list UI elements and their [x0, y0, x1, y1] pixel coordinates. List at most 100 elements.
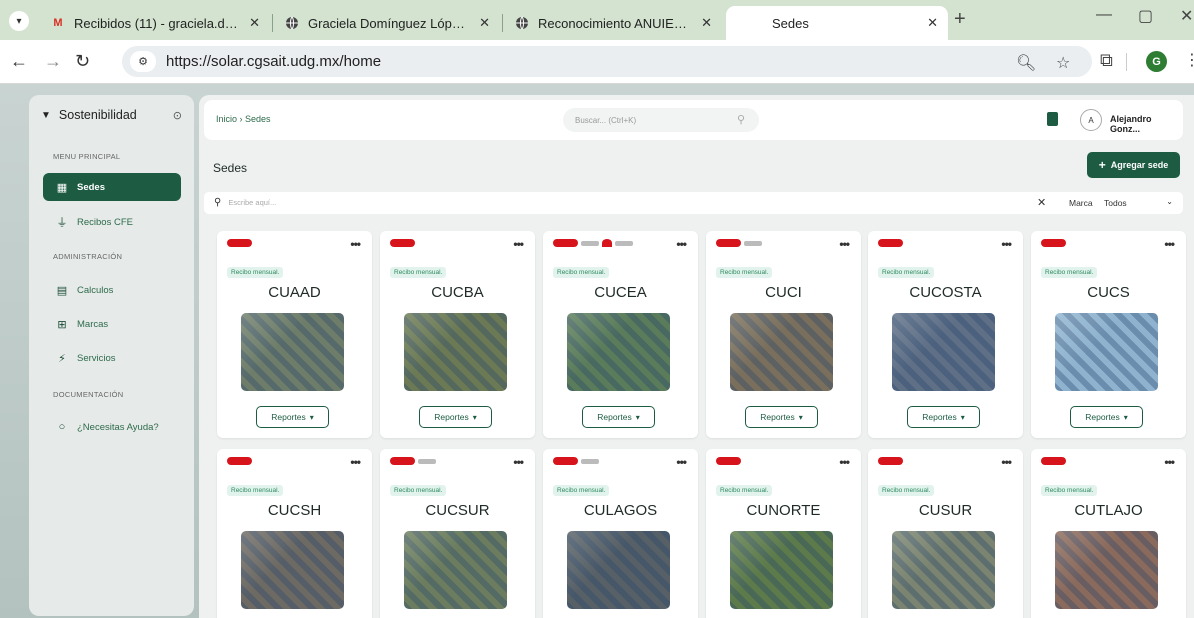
- extensions-icon[interactable]: ⧉: [1100, 50, 1113, 71]
- filter-input[interactable]: ⚲ Escribe aquí...: [214, 197, 276, 208]
- tab-sedes[interactable]: Sedes ✕: [726, 6, 948, 40]
- sidebar-item-calculos[interactable]: ▤ Calculos: [43, 276, 181, 304]
- reportes-button[interactable]: Reportes ▾: [582, 406, 655, 428]
- url-text: https://solar.cgsait.udg.mx/home: [166, 53, 382, 70]
- marca-value: Todos: [1104, 198, 1127, 208]
- user-avatar[interactable]: A: [1080, 109, 1102, 131]
- user-name[interactable]: Alejandro Gonz...: [1110, 114, 1183, 134]
- chevron-down-icon: ▾: [309, 412, 314, 422]
- restore-icon[interactable]: ▢: [1138, 6, 1153, 26]
- gmail-icon: M: [53, 17, 63, 29]
- profile-avatar[interactable]: G: [1146, 51, 1167, 72]
- new-tab-button[interactable]: +: [954, 8, 966, 31]
- tab-graciela[interactable]: Graciela Domínguez López - W ✕: [274, 6, 500, 40]
- minimize-icon[interactable]: —: [1096, 6, 1112, 24]
- more-options-icon[interactable]: •••: [839, 237, 850, 251]
- tab-gmail[interactable]: M Recibidos (11) - graciela.domin ✕: [40, 6, 270, 40]
- tab-anuies[interactable]: Reconocimiento ANUIES-TIC ✕: [504, 6, 722, 40]
- browser-toolbar: ← → ↻ ⚙ https://solar.cgsait.udg.mx/home…: [0, 40, 1194, 84]
- sede-card[interactable]: ••• Recibo mensual. CUCI Reportes ▾: [706, 231, 861, 438]
- more-options-icon[interactable]: •••: [350, 237, 361, 251]
- reportes-button[interactable]: Reportes ▾: [907, 406, 980, 428]
- zoom-icon[interactable]: 🔍︎: [1016, 53, 1036, 73]
- status-badge: Recibo mensual.: [1041, 267, 1098, 278]
- sede-card[interactable]: ••• Recibo mensual. CULAGOS: [543, 449, 698, 618]
- chevron-down-icon: ▾: [472, 412, 477, 422]
- sidebar-item-sedes[interactable]: ▦ Sedes: [43, 173, 181, 201]
- more-menu-icon[interactable]: ⋮: [1184, 50, 1194, 70]
- sidebar-item-label: Servicios: [77, 352, 116, 364]
- status-badge: Recibo mensual.: [227, 267, 284, 278]
- more-options-icon[interactable]: •••: [513, 237, 524, 251]
- sede-card[interactable]: ••• Recibo mensual. CUCS Reportes ▾: [1031, 231, 1186, 438]
- more-options-icon[interactable]: •••: [676, 455, 687, 469]
- reportes-label: Reportes: [434, 412, 469, 422]
- reportes-button[interactable]: Reportes ▾: [256, 406, 329, 428]
- reload-icon[interactable]: ↻: [75, 51, 90, 72]
- sidebar-item-help[interactable]: ○ ¿Necesitas Ayuda?: [43, 413, 181, 441]
- reportes-button[interactable]: Reportes ▾: [1070, 406, 1143, 428]
- more-options-icon[interactable]: •••: [676, 237, 687, 251]
- reportes-button[interactable]: Reportes ▾: [745, 406, 818, 428]
- more-options-icon[interactable]: •••: [513, 455, 524, 469]
- calculator-icon[interactable]: [1047, 112, 1058, 126]
- address-bar[interactable]: ⚙ https://solar.cgsait.udg.mx/home 🔍︎ ☆: [122, 46, 1092, 77]
- reportes-label: Reportes: [597, 412, 632, 422]
- forward-icon[interactable]: →: [44, 51, 62, 72]
- sede-card[interactable]: ••• Recibo mensual. CUAAD Reportes ▾: [217, 231, 372, 438]
- more-options-icon[interactable]: •••: [1001, 237, 1012, 251]
- sidebar-item-label: Marcas: [77, 318, 109, 330]
- sidebar-item-marcas[interactable]: ⊞ Marcas: [43, 310, 181, 338]
- sidebar-item-servicios[interactable]: ⚡ Servicios: [43, 344, 181, 372]
- brand-logo: [1041, 457, 1066, 465]
- breadcrumb[interactable]: Inicio › Sedes: [216, 114, 271, 124]
- add-button-label: Agregar sede: [1110, 160, 1169, 170]
- clear-filter-icon[interactable]: ✕: [1037, 196, 1046, 209]
- add-sede-button[interactable]: + Agregar sede: [1087, 152, 1180, 178]
- global-search[interactable]: Buscar... (Ctrl+K) ⚲: [563, 108, 759, 132]
- marca-select[interactable]: Todos ⌄: [1101, 195, 1179, 211]
- help-circle-icon: ○: [58, 421, 66, 433]
- site-settings-icon[interactable]: ⚙: [130, 51, 156, 72]
- more-options-icon[interactable]: •••: [350, 455, 361, 469]
- collapse-sidebar-icon[interactable]: ⊙: [173, 109, 182, 122]
- brand-logo: [878, 239, 903, 247]
- close-icon[interactable]: ✕: [701, 15, 712, 31]
- chevron-down-icon: ⌄: [1166, 197, 1173, 206]
- status-badge: Recibo mensual.: [878, 267, 935, 278]
- close-icon[interactable]: ✕: [927, 15, 938, 31]
- sede-photo: [892, 313, 995, 391]
- reportes-button[interactable]: Reportes ▾: [419, 406, 492, 428]
- globe-icon: [284, 15, 300, 31]
- status-badge: Recibo mensual.: [1041, 485, 1098, 496]
- sede-card[interactable]: ••• Recibo mensual. CUCOSTA Reportes ▾: [868, 231, 1023, 438]
- sede-card[interactable]: ••• Recibo mensual. CUCBA Reportes ▾: [380, 231, 535, 438]
- page-title: Sedes: [213, 161, 248, 175]
- sede-card[interactable]: ••• Recibo mensual. CUCEA Reportes ▾: [543, 231, 698, 438]
- section-label-docs: DOCUMENTACIÓN: [53, 390, 124, 399]
- sede-card[interactable]: ••• Recibo mensual. CUSUR: [868, 449, 1023, 618]
- sede-name: CULAGOS: [583, 502, 658, 519]
- more-options-icon[interactable]: •••: [839, 455, 850, 469]
- tab-title: Reconocimiento ANUIES-TIC: [538, 15, 694, 31]
- profile-initial: G: [1152, 55, 1161, 68]
- sede-name: CUCSUR: [425, 502, 490, 519]
- tab-search-button[interactable]: ▾: [9, 11, 29, 31]
- sidebar-header[interactable]: ▼ Sostenibilidad: [41, 108, 137, 122]
- close-window-icon[interactable]: ✕: [1180, 6, 1193, 26]
- close-icon[interactable]: ✕: [249, 15, 260, 31]
- sede-card[interactable]: ••• Recibo mensual. CUCSUR: [380, 449, 535, 618]
- sidebar-item-recibos[interactable]: ⏚ Recibos CFE: [43, 208, 181, 236]
- more-options-icon[interactable]: •••: [1164, 455, 1175, 469]
- brand-logo: [227, 457, 252, 465]
- star-icon[interactable]: ☆: [1056, 53, 1070, 73]
- sede-card[interactable]: ••• Recibo mensual. CUNORTE: [706, 449, 861, 618]
- more-options-icon[interactable]: •••: [1001, 455, 1012, 469]
- sede-name: CUAAD: [268, 284, 321, 301]
- back-icon[interactable]: ←: [10, 51, 28, 72]
- sidebar-title: Sostenibilidad: [58, 108, 137, 122]
- more-options-icon[interactable]: •••: [1164, 237, 1175, 251]
- close-icon[interactable]: ✕: [479, 15, 490, 31]
- sede-card[interactable]: ••• Recibo mensual. CUTLAJO: [1031, 449, 1186, 618]
- sede-card[interactable]: ••• Recibo mensual. CUCSH: [217, 449, 372, 618]
